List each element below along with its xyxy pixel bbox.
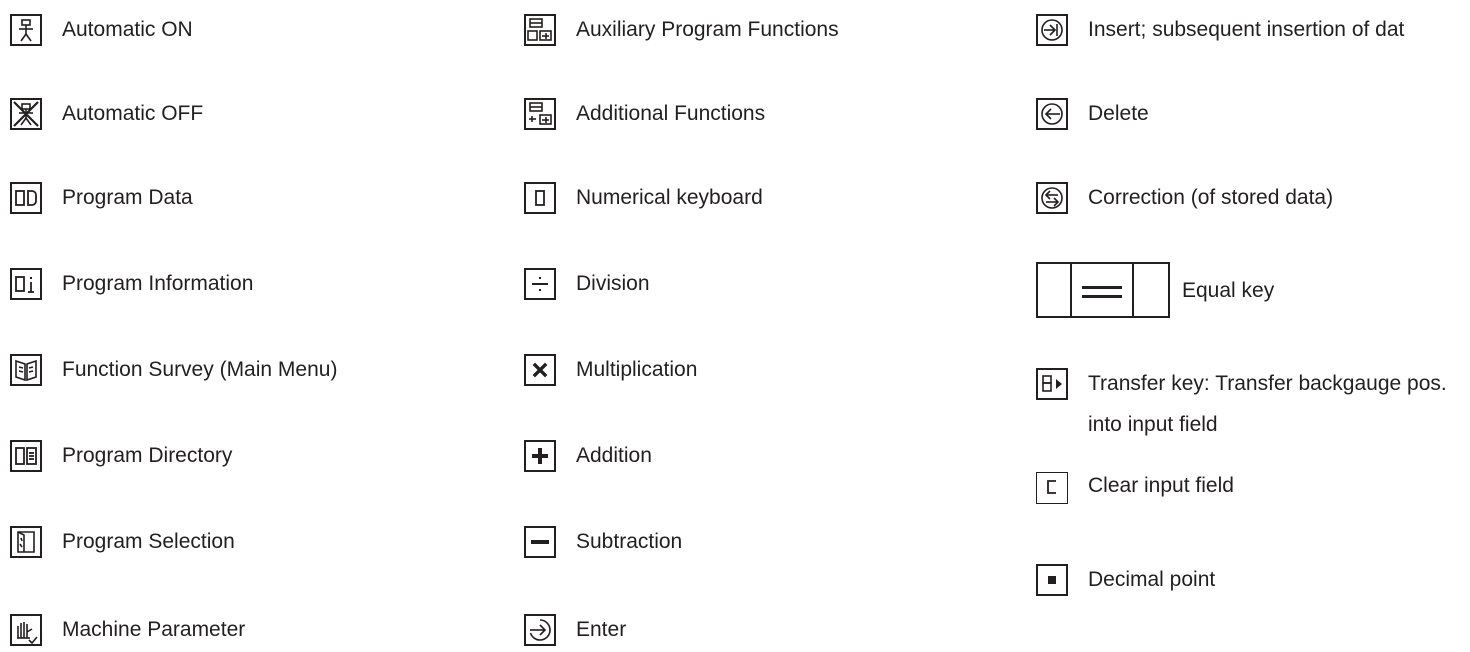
legend-label: Enter (576, 618, 627, 641)
numerical-keyboard-icon (524, 182, 556, 214)
legend-label: Multiplication (576, 358, 698, 381)
automatic-off-icon (10, 98, 42, 130)
legend-label: Program Information (62, 272, 254, 295)
division-icon (524, 268, 556, 300)
legend-label: Addition (576, 444, 652, 467)
legend-label: Transfer key: Transfer backgauge pos. in… (1088, 372, 1447, 436)
decimal-point-icon (1036, 564, 1068, 596)
transfer-key-icon (1036, 368, 1068, 400)
legend-label: Auxiliary Program Functions (576, 18, 839, 41)
legend-label: Program Directory (62, 444, 233, 467)
legend-label: Function Survey (Main Menu) (62, 358, 338, 381)
machine-parameter-icon (10, 614, 42, 646)
clear-input-icon (1036, 472, 1068, 504)
multiplication-icon (524, 354, 556, 386)
legend-label: Program Data (62, 186, 193, 209)
legend-label: Division (576, 272, 650, 295)
additional-functions-icon (524, 98, 556, 130)
program-information-icon (10, 268, 42, 300)
legend-label: Automatic OFF (62, 102, 204, 125)
delete-icon (1036, 98, 1068, 130)
enter-icon (524, 614, 556, 646)
legend-label: Clear input field (1088, 474, 1234, 497)
legend-label: Correction (of stored data) (1088, 186, 1334, 209)
correction-icon (1036, 182, 1068, 214)
insert-icon (1036, 14, 1068, 46)
legend-label: Additional Functions (576, 102, 766, 125)
program-data-icon (10, 182, 42, 214)
legend-label: Delete (1088, 102, 1149, 125)
legend-label: Decimal point (1088, 568, 1216, 591)
program-directory-icon (10, 440, 42, 472)
legend-label: Machine Parameter (62, 618, 246, 641)
automatic-on-icon (10, 14, 42, 46)
legend-label: Subtraction (576, 530, 683, 553)
addition-icon (524, 440, 556, 472)
function-survey-icon (10, 354, 42, 386)
subtraction-icon (524, 526, 556, 558)
legend-label: Numerical keyboard (576, 186, 763, 209)
legend-label: Automatic ON (62, 18, 193, 41)
auxiliary-program-functions-icon (524, 14, 556, 46)
program-selection-icon (10, 526, 42, 558)
legend-label: Insert; subsequent insertion of dat (1088, 18, 1405, 41)
legend-label: Equal key (1182, 279, 1275, 302)
legend-label: Program Selection (62, 530, 235, 553)
equal-key-icon (1036, 262, 1170, 318)
